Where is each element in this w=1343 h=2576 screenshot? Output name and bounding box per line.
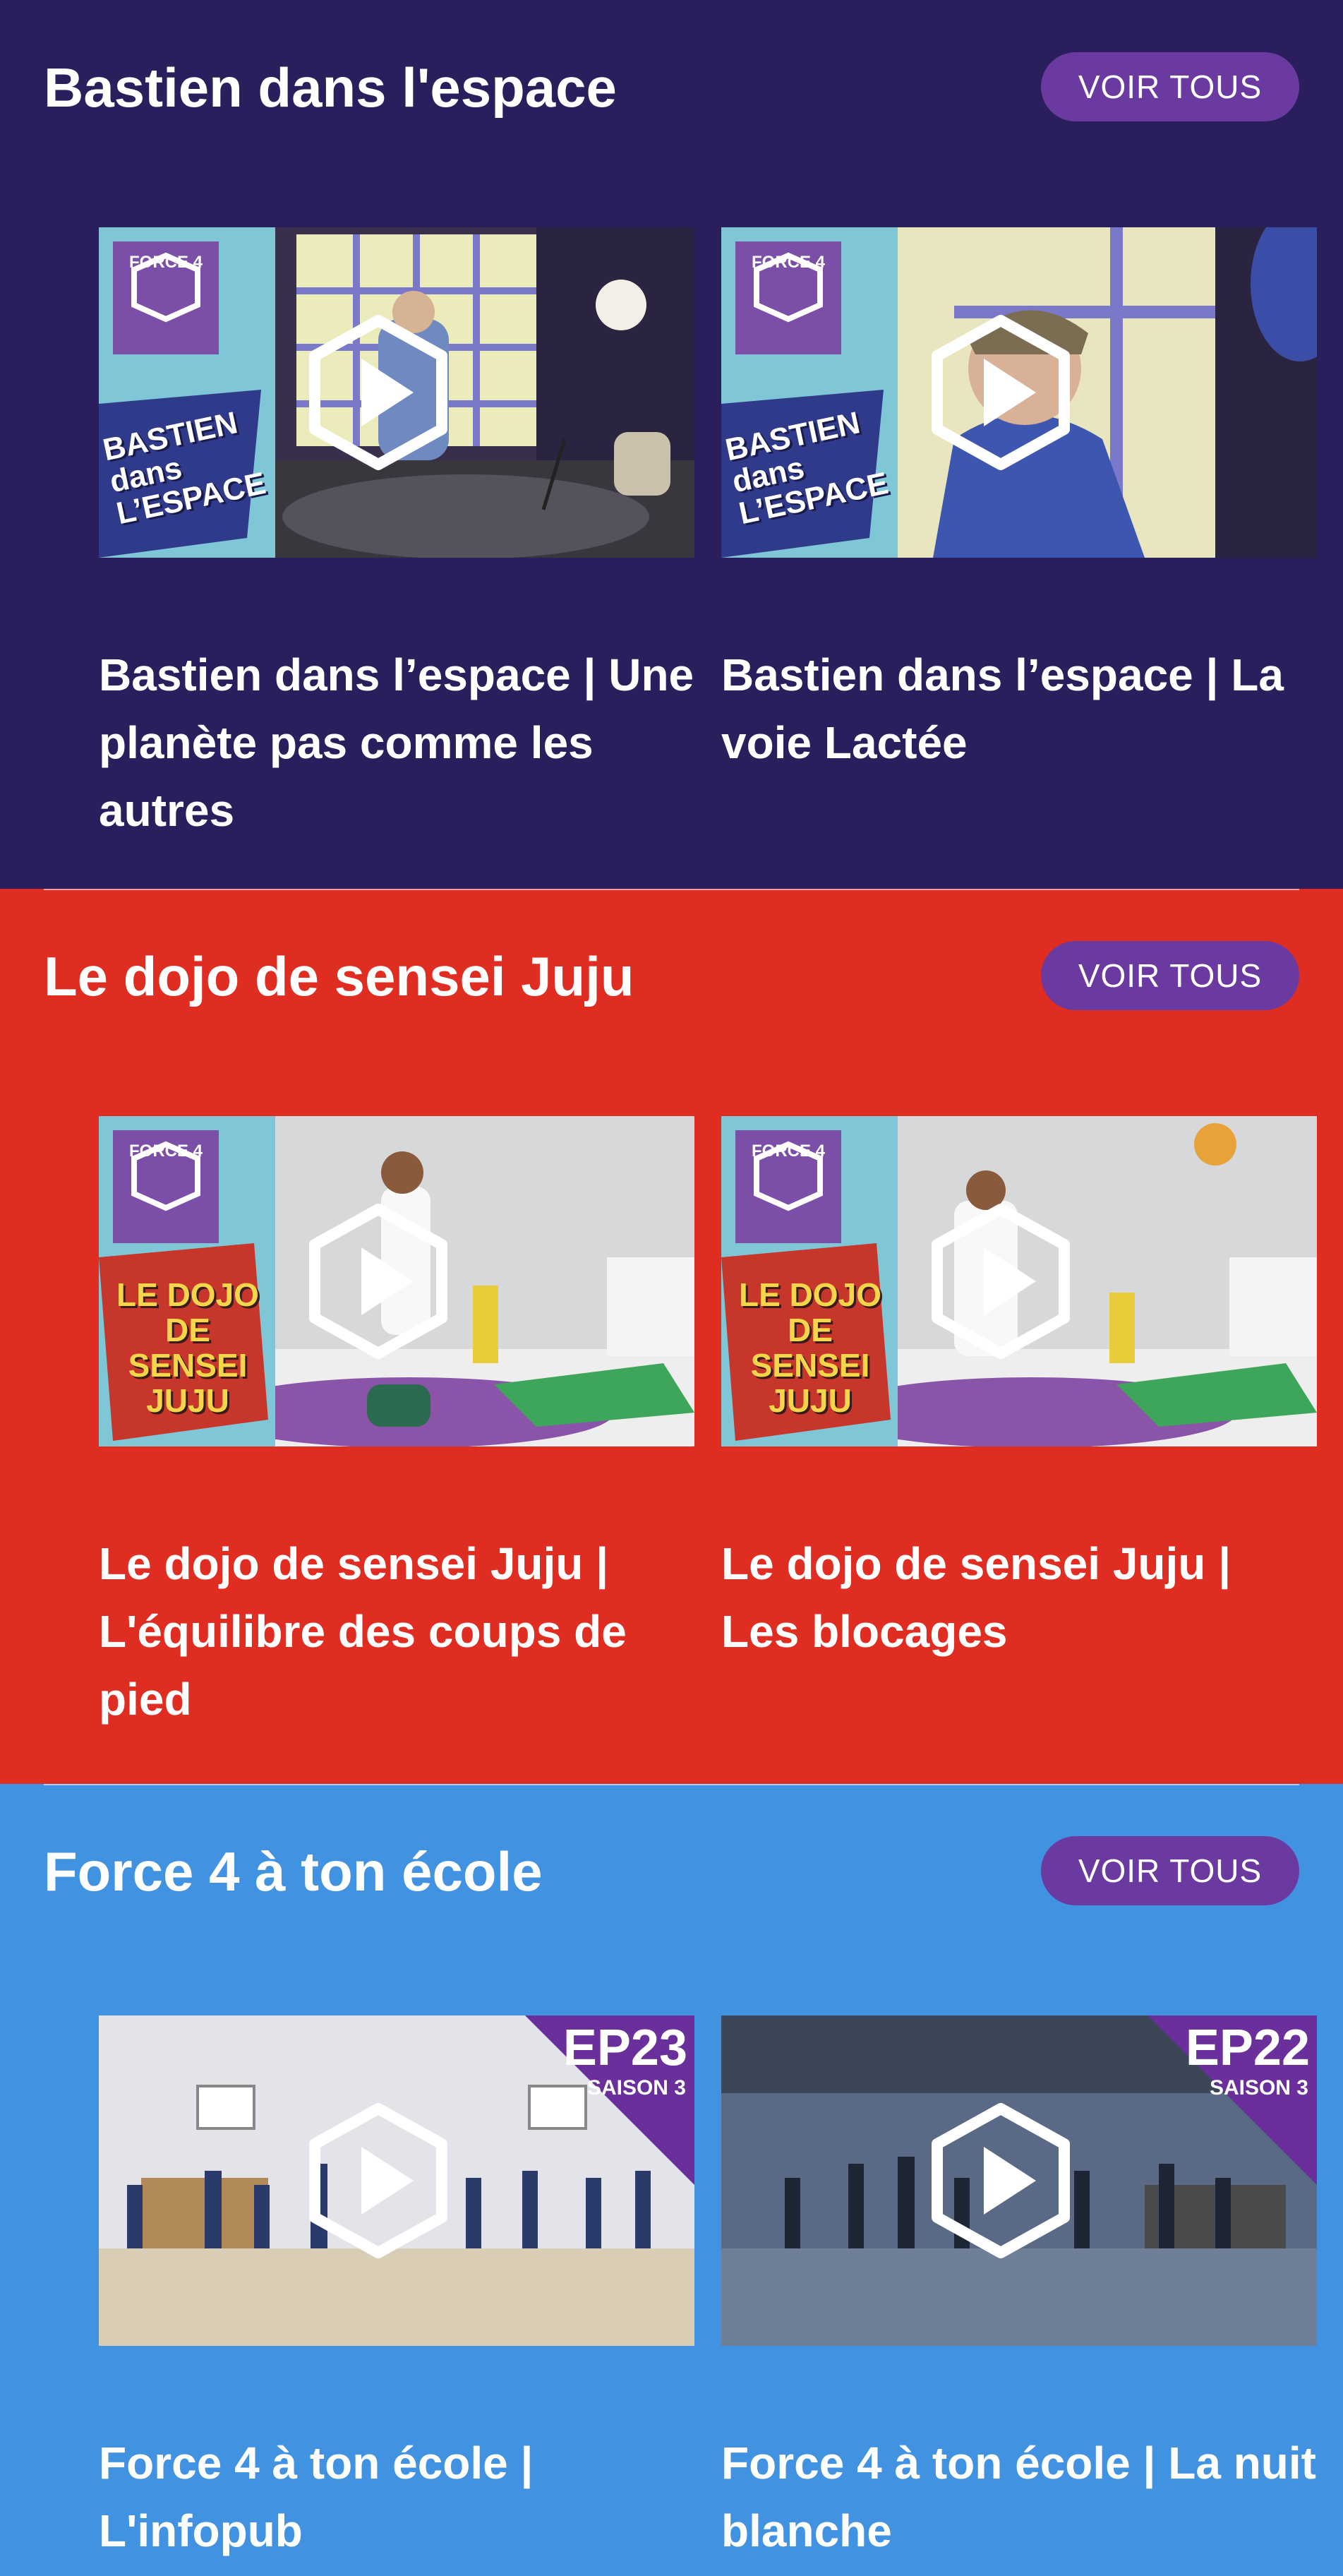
video-thumbnail[interactable]: BASTIEN dans L’ESPACE FORCE 4	[721, 227, 1317, 558]
episode-number: EP23	[562, 2020, 687, 2076]
play-hexagon-icon[interactable]	[301, 1204, 456, 1359]
section-force4-ecole: Force 4 à ton école VOIR TOUS EP23 SAISO…	[0, 1784, 1343, 2576]
voir-tous-button[interactable]: VOIR TOUS	[1041, 941, 1299, 1010]
section-title: Force 4 à ton école	[44, 1840, 543, 1903]
episode-number: EP22	[1185, 2020, 1310, 2076]
video-thumbnail[interactable]: EP22 SAISON 3	[721, 2015, 1317, 2346]
force4-logo: FORCE 4	[128, 253, 203, 272]
episode-badge: EP22 SAISON 3	[1148, 2015, 1317, 2185]
section-title: Bastien dans l'espace	[44, 56, 617, 119]
video-title[interactable]: Force 4 à ton école | La nuit blanche	[721, 2429, 1317, 2565]
video-thumbnail[interactable]: LE DOJO DE SENSEI JUJU FORCE 4	[99, 1116, 694, 1446]
video-card[interactable]: LE DOJO DE SENSEI JUJU FORCE 4 Le dojo d…	[99, 1116, 694, 1733]
video-thumbnail[interactable]: LE DOJO DE SENSEI JUJU FORCE 4	[721, 1116, 1317, 1446]
force4-logo: FORCE 4	[128, 1142, 203, 1161]
voir-tous-button[interactable]: VOIR TOUS	[1041, 1836, 1299, 1905]
play-hexagon-icon[interactable]	[923, 315, 1078, 470]
season-label: SAISON 3	[1209, 2076, 1308, 2099]
video-title[interactable]: Le dojo de sensei Juju | L'équilibre des…	[99, 1530, 694, 1733]
video-title[interactable]: Bastien dans l’espace | Une planète pas …	[99, 641, 694, 844]
season-label: SAISON 3	[586, 2076, 686, 2099]
show-logo: LE DOJO DE SENSEI JUJU	[116, 1276, 259, 1419]
section-dojo: Le dojo de sensei Juju VOIR TOUS LE DOJO…	[0, 889, 1343, 1784]
video-thumbnail[interactable]: BASTIEN dans L’ESPACE FORCE 4	[99, 227, 694, 558]
play-hexagon-icon[interactable]	[301, 315, 456, 470]
video-card[interactable]: EP22 SAISON 3 Force 4 à ton école | La n…	[721, 2015, 1317, 2565]
voir-tous-button[interactable]: VOIR TOUS	[1041, 52, 1299, 121]
section-divider	[44, 889, 1299, 890]
play-hexagon-icon[interactable]	[923, 2103, 1078, 2258]
episode-badge: EP23 SAISON 3	[525, 2015, 694, 2185]
video-title[interactable]: Le dojo de sensei Juju | Les blocages	[721, 1530, 1317, 1665]
force4-logo: FORCE 4	[751, 253, 825, 272]
video-card[interactable]: BASTIEN dans L’ESPACE FORCE 4 Bastien da…	[721, 227, 1317, 777]
video-thumbnail[interactable]: EP23 SAISON 3	[99, 2015, 694, 2346]
video-card[interactable]: EP23 SAISON 3 Force 4 à ton école | L'in…	[99, 2015, 694, 2565]
section-divider	[44, 1784, 1299, 1785]
play-hexagon-icon[interactable]	[923, 1204, 1078, 1359]
show-logo: LE DOJO DE SENSEI JUJU	[739, 1276, 881, 1419]
video-card[interactable]: LE DOJO DE SENSEI JUJU FORCE 4 Le dojo d…	[721, 1116, 1317, 1665]
video-card[interactable]: BASTIEN dans L’ESPACE FORCE 4 Bastien da…	[99, 227, 694, 844]
play-hexagon-icon[interactable]	[301, 2103, 456, 2258]
video-title[interactable]: Bastien dans l’espace | La voie Lactée	[721, 641, 1317, 777]
section-title: Le dojo de sensei Juju	[44, 945, 634, 1007]
force4-logo: FORCE 4	[751, 1142, 825, 1161]
section-bastien: Bastien dans l'espace VOIR TOUS BASTIEN …	[0, 0, 1343, 889]
video-title[interactable]: Force 4 à ton école | L'infopub	[99, 2429, 694, 2565]
